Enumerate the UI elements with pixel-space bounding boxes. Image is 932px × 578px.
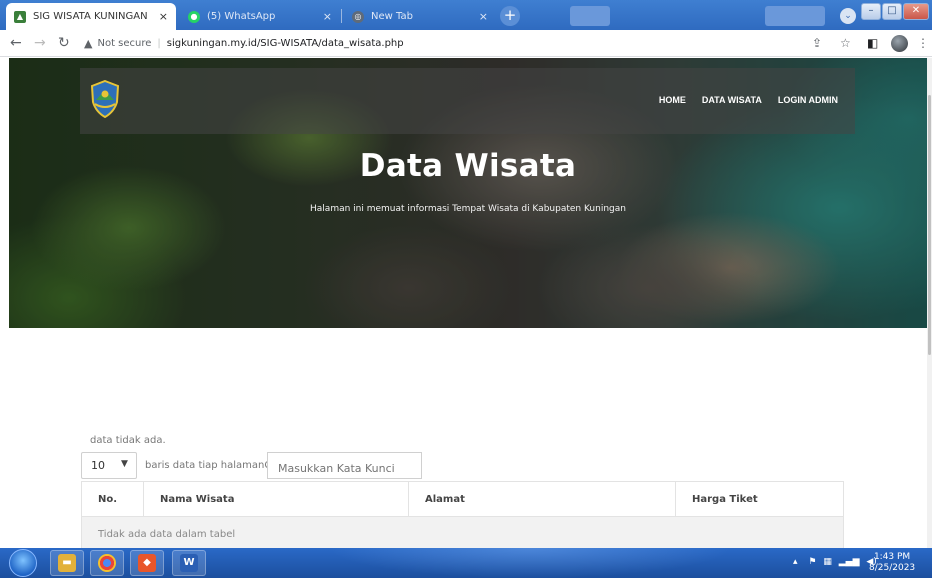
data-table: No. Nama Wisata Alamat Harga Tiket Tidak… [81, 481, 844, 552]
empty-table-message: Tidak ada data dalam tabel [81, 516, 844, 552]
signal-icon[interactable]: ▂▄▆ [839, 557, 860, 567]
search-input[interactable] [267, 452, 422, 479]
taskbar-app[interactable]: ◆ [130, 550, 164, 576]
side-panel-icon[interactable]: ◧ [867, 36, 878, 50]
chrome-icon [98, 554, 116, 572]
page-size-select[interactable]: 10 ▼ [81, 452, 137, 479]
clock-time: 1:43 PM [873, 552, 911, 562]
taskbar-chrome[interactable] [90, 550, 124, 576]
tab-title: (5) WhatsApp [207, 11, 276, 22]
page-subtitle: Halaman ini memuat informasi Tempat Wisa… [310, 204, 626, 214]
profile-avatar[interactable] [891, 35, 908, 52]
site-navbar: HOME DATA WISATA LOGIN ADMIN [80, 68, 855, 134]
nav-login-admin[interactable]: LOGIN ADMIN [778, 95, 838, 105]
hero-banner: HOME DATA WISATA LOGIN ADMIN Data Wisata… [9, 58, 927, 328]
nav-home[interactable]: HOME [659, 95, 686, 105]
nav-data-wisata[interactable]: DATA WISATA [702, 95, 762, 105]
chrome-icon: ◎ [352, 10, 364, 23]
forward-icon[interactable]: → [34, 35, 46, 51]
tab-whatsapp[interactable]: ● (5) WhatsApp × [180, 3, 340, 30]
close-window-icon[interactable]: ✕ [903, 3, 929, 20]
close-tab-icon[interactable]: × [479, 10, 488, 23]
close-tab-icon[interactable]: × [159, 10, 168, 23]
windows-start-icon[interactable] [9, 549, 37, 577]
security-label: Not secure [97, 38, 152, 49]
clock-date: 8/25/2023 [869, 563, 916, 573]
browser-tab-strip: ▲ SIG WISATA KUNINGAN × ● (5) WhatsApp ×… [0, 0, 932, 30]
system-tray: ▴ ⚑ ▦ ▂▄▆ ◀) [793, 557, 877, 567]
kuningan-logo-icon[interactable] [90, 80, 120, 118]
tab-divider [341, 9, 342, 23]
taskbar-word[interactable]: W [172, 550, 206, 576]
tab-sig-wisata[interactable]: ▲ SIG WISATA KUNINGAN × [6, 3, 176, 30]
close-tab-icon[interactable]: × [323, 10, 332, 23]
whatsapp-icon: ● [188, 10, 200, 23]
table-header-row: No. Nama Wisata Alamat Harga Tiket [81, 481, 844, 517]
taskbar-clock[interactable]: 1:43 PM 8/25/2023 [869, 552, 915, 574]
table-row: Tidak ada data dalam tabel [81, 516, 844, 552]
blurred-region [765, 6, 825, 26]
reload-icon[interactable]: ↻ [58, 35, 70, 51]
new-tab-button[interactable]: + [500, 6, 520, 26]
address-bar: ← → ↻ ▲ Not secure | sigkuningan.my.id/S… [0, 30, 932, 57]
windows-taskbar: ▬ ◆ W ▴ ⚑ ▦ ▂▄▆ ◀) 1:43 PM 8/25/2023 [0, 548, 932, 578]
share-icon[interactable]: ⇪ [812, 36, 822, 50]
flag-icon[interactable]: ⚑ [808, 557, 816, 567]
page-size-value: 10 [91, 459, 105, 472]
taskbar-glow [320, 548, 740, 578]
omnibox-divider: | [157, 38, 161, 49]
blurred-region [570, 6, 610, 26]
empty-data-note: data tidak ada. [90, 435, 166, 446]
tab-title: New Tab [371, 11, 413, 22]
network-icon[interactable]: ▦ [823, 557, 832, 567]
site-menu: HOME DATA WISATA LOGIN ADMIN [659, 95, 838, 105]
omnibox[interactable]: ▲ Not secure | sigkuningan.my.id/SIG-WIS… [84, 33, 774, 54]
maximize-icon[interactable]: □ [882, 3, 902, 20]
minimize-icon[interactable]: – [861, 3, 881, 20]
column-header-no[interactable]: No. [81, 481, 144, 517]
site-favicon-icon: ▲ [14, 10, 26, 23]
tab-new-tab[interactable]: ◎ New Tab × [344, 3, 496, 30]
taskbar-explorer[interactable]: ▬ [50, 550, 84, 576]
kebab-menu-icon[interactable]: ⋮ [917, 36, 929, 50]
screen: ▲ SIG WISATA KUNINGAN × ● (5) WhatsApp ×… [0, 0, 932, 578]
tab-title: SIG WISATA KUNINGAN [33, 11, 148, 22]
warning-icon: ▲ [84, 37, 93, 50]
url-text: sigkuningan.my.id/SIG-WISATA/data_wisata… [166, 38, 404, 49]
chevron-down-icon: ▼ [121, 459, 128, 469]
back-icon[interactable]: ← [10, 35, 22, 51]
tray-expand-icon[interactable]: ▴ [793, 557, 798, 567]
page-title: Data Wisata [359, 148, 577, 184]
column-header-nama-wisata[interactable]: Nama Wisata [143, 481, 409, 517]
folder-icon: ▬ [58, 554, 76, 572]
column-header-harga-tiket[interactable]: Harga Tiket [675, 481, 844, 517]
bookmark-star-icon[interactable]: ☆ [840, 36, 851, 50]
tab-search-icon[interactable]: ⌄ [840, 8, 856, 24]
word-icon: W [180, 554, 198, 572]
column-header-alamat[interactable]: Alamat [408, 481, 676, 517]
scrollbar-thumb[interactable] [928, 95, 931, 355]
app-icon: ◆ [138, 554, 156, 572]
